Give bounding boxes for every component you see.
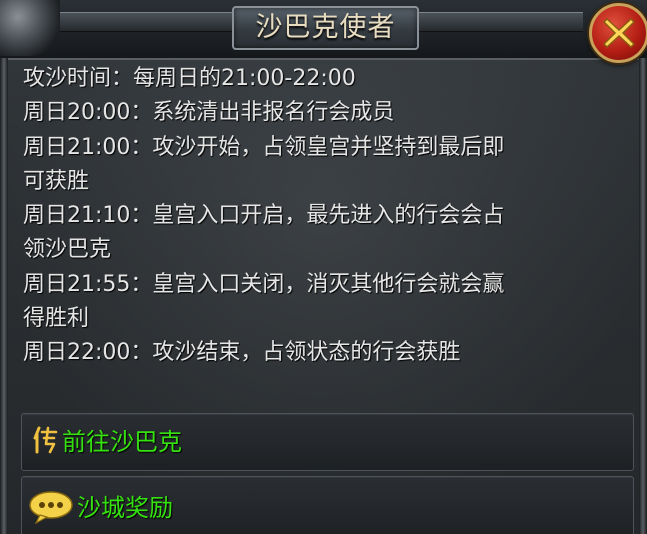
- close-button[interactable]: [589, 3, 647, 63]
- title-plate: 沙巴克使者: [232, 6, 419, 50]
- title-bar: 沙巴克使者: [0, 0, 647, 63]
- shabake-envoy-dialog: 沙巴克使者 攻沙时间：每周日的21:00-22:00 周日20:00：系统清出非…: [0, 0, 647, 534]
- legend-seal-icon: [33, 426, 58, 454]
- corner-ornament: [0, 0, 60, 56]
- close-x-icon: [602, 17, 636, 49]
- info-text: 攻沙时间：每周日的21:00-22:00 周日20:00：系统清出非报名行会成员…: [23, 62, 633, 371]
- title-wing-left: [60, 12, 232, 32]
- info-line: 可获胜: [23, 168, 90, 194]
- info-line: 周日20:00：系统清出非报名行会成员: [23, 100, 395, 126]
- info-line: 攻沙时间：每周日的21:00-22:00: [23, 66, 356, 91]
- castle-reward-label: 沙城奖励: [77, 494, 173, 522]
- info-line: 周日22:00：攻沙结束，占领状态的行会获胜: [23, 340, 461, 366]
- frame-right: [639, 58, 647, 534]
- goto-shabake-label: 前往沙巴克: [62, 428, 182, 456]
- info-line: 周日21:55：皇宫入口关闭，消灭其他行会就会赢: [23, 271, 505, 297]
- info-line: 周日21:00：攻沙开始，占领皇宫并坚持到最后即: [23, 134, 505, 160]
- info-line: 领沙巴克: [23, 237, 112, 263]
- castle-reward-button[interactable]: 沙城奖励: [21, 476, 634, 534]
- frame-left: [0, 58, 8, 534]
- goto-shabake-button[interactable]: 前往沙巴克: [21, 413, 634, 471]
- chat-bubble-icon: [29, 491, 73, 524]
- dialog-title: 沙巴克使者: [255, 12, 396, 43]
- title-wing-right: [415, 12, 583, 32]
- info-line: 得胜利: [23, 306, 90, 332]
- info-line: 周日21:10：皇宫入口开启，最先进入的行会会占: [23, 203, 505, 229]
